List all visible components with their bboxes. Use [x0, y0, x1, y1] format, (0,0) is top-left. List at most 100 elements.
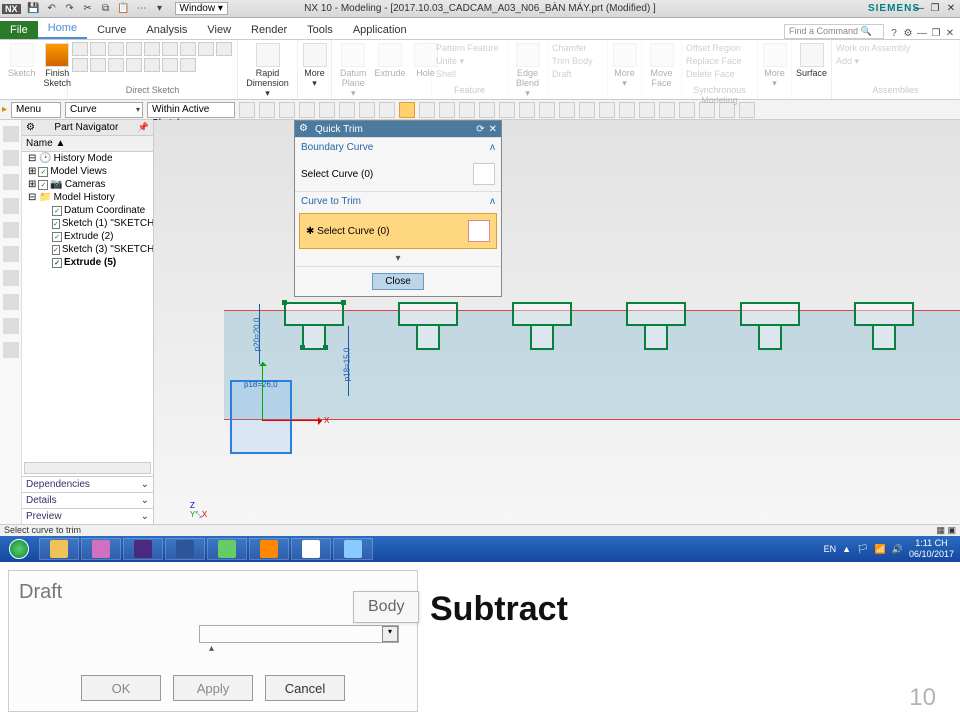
sel-ic-3[interactable]: [279, 102, 295, 118]
dialog-title-bar[interactable]: ⚙ Quick Trim ⟳ ✕: [295, 121, 501, 137]
qat-save-icon[interactable]: 💾: [27, 2, 41, 16]
tray-flag-icon[interactable]: ▲: [842, 544, 851, 554]
sel-ic-20[interactable]: [619, 102, 635, 118]
part-nav-details[interactable]: Details⌄: [22, 492, 153, 508]
edge-blend-button[interactable]: Edge Blend ▾: [512, 42, 543, 100]
draft-dropdown-icon[interactable]: ▾: [382, 626, 398, 642]
sel-ic-12[interactable]: [459, 102, 475, 118]
rail-ic-8[interactable]: [3, 294, 19, 310]
sel-ic-18[interactable]: [579, 102, 595, 118]
sel-ic-7[interactable]: [359, 102, 375, 118]
tree-sketch-3[interactable]: ✓ Sketch (3) "SKETCH: [22, 243, 153, 256]
trim2-icon[interactable]: [72, 58, 88, 72]
extrude-button[interactable]: Extrude: [371, 42, 410, 100]
taskbar-player[interactable]: [123, 538, 163, 560]
ok-button[interactable]: OK: [81, 675, 161, 701]
datum-plane-button[interactable]: Datum Plane ▾: [336, 42, 371, 100]
part-nav-preview[interactable]: Preview⌄: [22, 508, 153, 524]
tray-wifi-icon[interactable]: 📶: [875, 544, 886, 555]
offset-region-label[interactable]: Offset Region: [686, 42, 753, 55]
boundary-curve-header[interactable]: Boundary Curveʌ: [295, 137, 501, 157]
rect-icon[interactable]: [180, 42, 196, 56]
cons2-icon[interactable]: [108, 58, 124, 72]
tree-model-views[interactable]: ⊞ ✓ Model Views: [22, 165, 153, 178]
add-label[interactable]: Add ▾: [836, 55, 955, 68]
window-selector[interactable]: Window ▾: [175, 2, 228, 15]
tray-vol-icon[interactable]: 🔊: [892, 544, 903, 555]
tab-render[interactable]: Render: [241, 21, 297, 39]
rail-ic-10[interactable]: [3, 342, 19, 358]
pattern-feature-label[interactable]: Pattern Feature: [436, 42, 503, 55]
cons3-icon[interactable]: [126, 58, 142, 72]
tree-extrude-5[interactable]: ✓ Extrude (5): [22, 256, 153, 269]
sel-ic-26[interactable]: [739, 102, 755, 118]
sel-ic-6[interactable]: [339, 102, 355, 118]
sel-ic-17[interactable]: [559, 102, 575, 118]
apply-button[interactable]: Apply: [173, 675, 253, 701]
rail-ic-3[interactable]: [3, 174, 19, 190]
more-sync-button[interactable]: More ▾: [762, 42, 787, 90]
shell-label[interactable]: Shell: [436, 68, 503, 81]
trim1-icon[interactable]: [216, 42, 232, 56]
tab-home[interactable]: Home: [38, 19, 87, 39]
rail-ic-4[interactable]: [3, 198, 19, 214]
find-command-input[interactable]: Find a Command 🔍: [784, 24, 884, 39]
line-icon[interactable]: [90, 42, 106, 56]
rail-ic-1[interactable]: [3, 126, 19, 142]
scope-dropdown[interactable]: Within Active Sketch: [147, 102, 235, 118]
tree-datum[interactable]: ✓ Datum Coordinate: [22, 204, 153, 217]
replace-face-label[interactable]: Replace Face: [686, 55, 753, 68]
maximize-button[interactable]: ❐: [928, 3, 942, 14]
taskbar-nx[interactable]: [291, 538, 331, 560]
part-nav-hscroll[interactable]: [24, 462, 151, 474]
part-nav-dependencies[interactable]: Dependencies⌄: [22, 476, 153, 492]
qat-more-icon[interactable]: ⋯: [135, 2, 149, 16]
draft-type-field[interactable]: ▾: [199, 625, 399, 643]
dialog-gear-icon[interactable]: ⚙: [299, 123, 311, 135]
part-nav-pin-icon[interactable]: 📌: [138, 122, 149, 133]
sel-ic-11[interactable]: [439, 102, 455, 118]
more-feature-button[interactable]: More ▾: [612, 42, 637, 90]
sel-ic-19[interactable]: [599, 102, 615, 118]
sel-ic-22[interactable]: [659, 102, 675, 118]
qat-undo-icon[interactable]: ↶: [45, 2, 59, 16]
tab-application[interactable]: Application: [343, 21, 417, 39]
sel-ic-2[interactable]: [259, 102, 275, 118]
cons4-icon[interactable]: [144, 58, 160, 72]
delete-face-label[interactable]: Delete Face: [686, 68, 753, 81]
draft-cmd-label[interactable]: Draft: [552, 68, 603, 81]
tray-lang[interactable]: EN: [824, 544, 837, 554]
tree-cameras[interactable]: ⊞ ✓ 📷 Cameras: [22, 178, 153, 191]
taskbar-explorer[interactable]: [39, 538, 79, 560]
rail-ic-5[interactable]: [3, 222, 19, 238]
taskbar-green[interactable]: [207, 538, 247, 560]
qat-redo-icon[interactable]: ↷: [63, 2, 77, 16]
ribbon-min-icon[interactable]: —: [916, 28, 928, 39]
tray-clock[interactable]: 1:11 CH 06/10/2017: [909, 538, 954, 560]
tree-model-history[interactable]: ⊟ 📁 Model History: [22, 191, 153, 204]
tab-curve[interactable]: Curve: [87, 21, 136, 39]
sketch-button[interactable]: Sketch: [4, 42, 40, 89]
tree-sketch-1[interactable]: ✓ Sketch (1) "SKETCH: [22, 217, 153, 230]
dialog-reset-icon[interactable]: ⟳: [476, 124, 484, 135]
ribbon-restore-icon[interactable]: ❐: [930, 28, 942, 39]
profile-icon[interactable]: [72, 42, 88, 56]
cons5-icon[interactable]: [162, 58, 178, 72]
taskbar-media[interactable]: [81, 538, 121, 560]
trim-select-button[interactable]: [468, 220, 490, 242]
trim-body-label[interactable]: Trim Body: [552, 55, 603, 68]
move-face-button[interactable]: Move Face: [646, 42, 677, 89]
close-button[interactable]: ✕: [944, 3, 958, 14]
filter-dropdown[interactable]: Curve: [65, 102, 143, 118]
qat-copy-icon[interactable]: ⧉: [99, 2, 113, 16]
close-button[interactable]: Close: [372, 273, 424, 290]
taskbar-paint[interactable]: [333, 538, 373, 560]
rail-ic-7[interactable]: [3, 270, 19, 286]
sel-ic-10[interactable]: [419, 102, 435, 118]
sel-ic-15[interactable]: [519, 102, 535, 118]
sel-ic-23[interactable]: [679, 102, 695, 118]
tab-file[interactable]: File: [0, 21, 38, 39]
boundary-select-button[interactable]: [473, 163, 495, 185]
tab-analysis[interactable]: Analysis: [136, 21, 197, 39]
ribbon-help-icon[interactable]: ?: [888, 28, 900, 39]
